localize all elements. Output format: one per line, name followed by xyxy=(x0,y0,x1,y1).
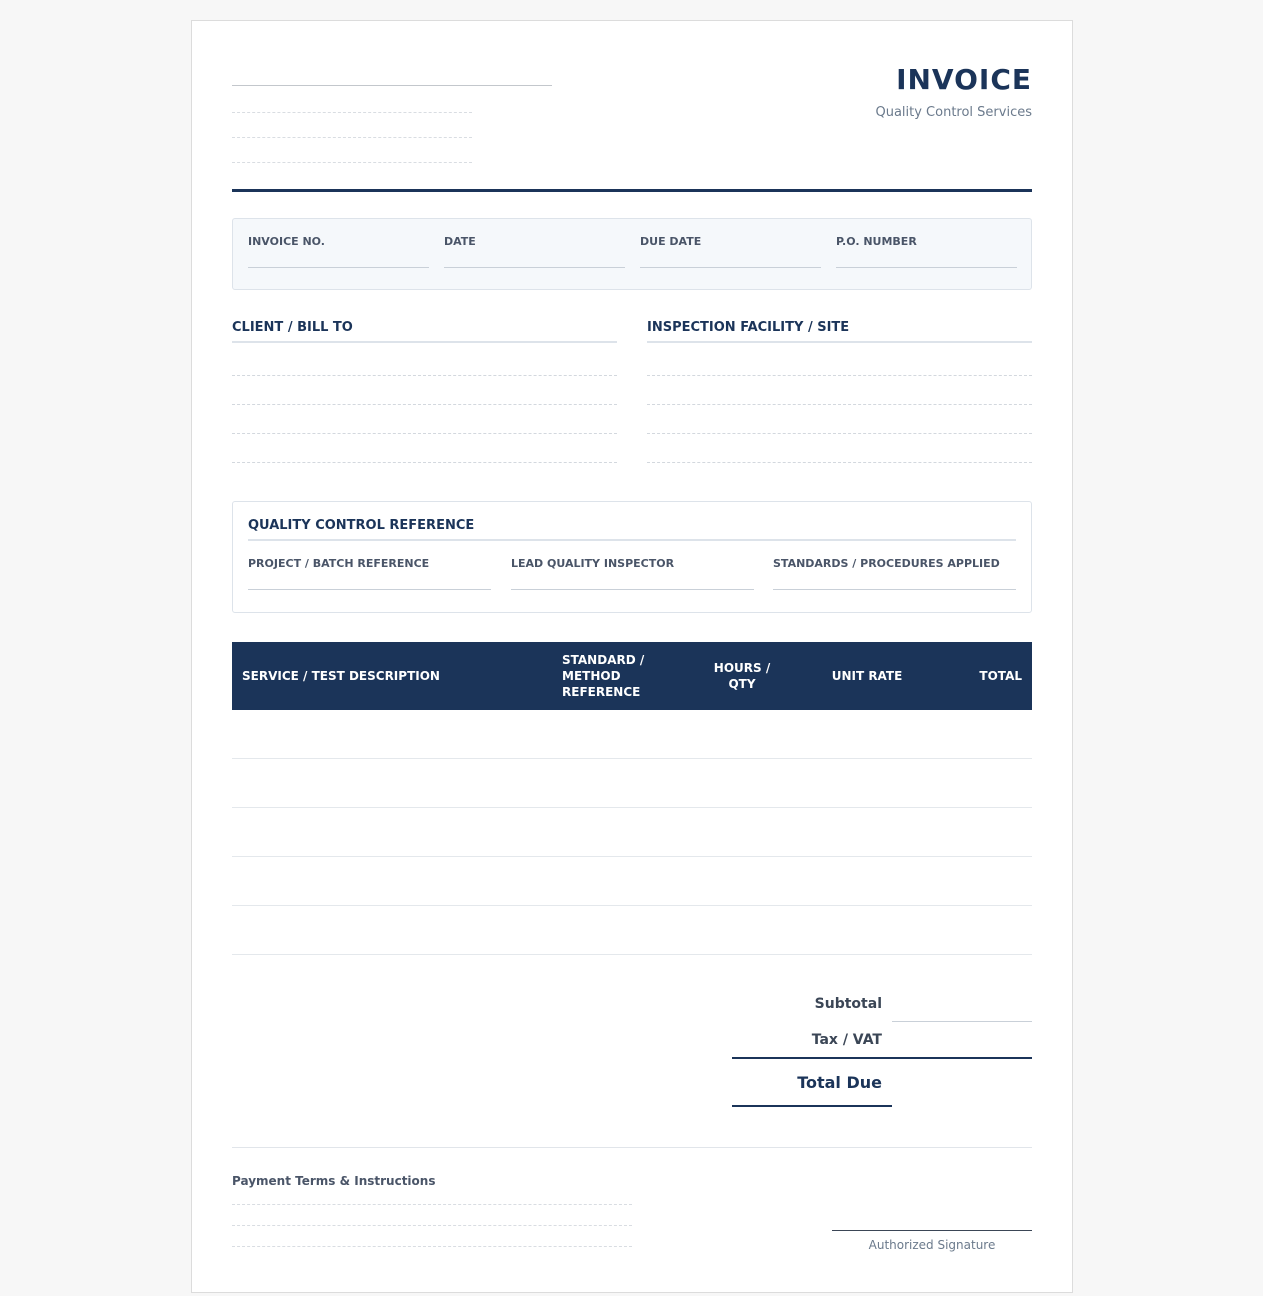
company-address-line[interactable] xyxy=(232,112,472,113)
line-items-table: SERVICE / TEST DESCRIPTION STANDARD / ME… xyxy=(232,642,1032,955)
invoice-title: INVOICE xyxy=(896,63,1032,96)
client-line[interactable] xyxy=(232,433,617,462)
total-due-label: Total Due xyxy=(797,1073,882,1092)
invoice-subtitle: Quality Control Services xyxy=(875,105,1032,120)
column-header-standard: STANDARD / METHOD REFERENCE xyxy=(562,653,645,699)
due-date-field[interactable]: DUE DATE xyxy=(640,235,821,268)
invoice-number-label: INVOICE NO. xyxy=(248,235,325,248)
invoice-number-input-line[interactable] xyxy=(248,267,429,268)
project-batch-label: PROJECT / BATCH REFERENCE xyxy=(248,557,430,570)
standards-label: STANDARDS / PROCEDURES APPLIED xyxy=(773,557,1000,570)
facility-line[interactable] xyxy=(647,433,1032,462)
company-name-line[interactable] xyxy=(232,85,552,86)
po-number-label: P.O. NUMBER xyxy=(836,235,917,248)
invoice-number-field[interactable]: INVOICE NO. xyxy=(248,235,429,268)
project-batch-field[interactable]: PROJECT / BATCH REFERENCE xyxy=(248,557,491,590)
due-date-input-line[interactable] xyxy=(640,267,821,268)
table-row[interactable] xyxy=(232,710,1032,759)
table-row[interactable] xyxy=(232,857,1032,906)
table-header: SERVICE / TEST DESCRIPTION STANDARD / ME… xyxy=(232,642,1032,710)
facility-line[interactable] xyxy=(647,375,1032,404)
client-line[interactable] xyxy=(232,462,617,491)
payment-terms-title: Payment Terms & Instructions xyxy=(232,1174,436,1188)
footer-divider xyxy=(232,1147,1032,1148)
facility-section: INSPECTION FACILITY / SITE xyxy=(647,320,1032,491)
column-header-unit-rate: UNIT RATE xyxy=(831,669,903,683)
signature-line[interactable] xyxy=(832,1230,1032,1231)
client-section: CLIENT / BILL TO xyxy=(232,320,617,491)
qc-reference-title: QUALITY CONTROL REFERENCE xyxy=(248,518,1016,541)
lead-inspector-input-line[interactable] xyxy=(511,589,754,590)
po-number-input-line[interactable] xyxy=(836,267,1017,268)
column-header-description: SERVICE / TEST DESCRIPTION xyxy=(242,669,440,683)
po-number-field[interactable]: P.O. NUMBER xyxy=(836,235,1017,268)
payment-terms-line[interactable] xyxy=(232,1204,632,1205)
client-line[interactable] xyxy=(232,404,617,433)
payment-terms-line[interactable] xyxy=(232,1225,632,1226)
qc-reference-box: QUALITY CONTROL REFERENCE PROJECT / BATC… xyxy=(232,501,1032,613)
subtotal-label: Subtotal xyxy=(814,996,882,1012)
signature-label: Authorized Signature xyxy=(868,1238,996,1252)
invoice-meta-box: INVOICE NO. DATE DUE DATE P.O. NUMBER xyxy=(232,218,1032,290)
total-due-underline xyxy=(732,1105,892,1107)
table-row[interactable] xyxy=(232,759,1032,808)
due-date-label: DUE DATE xyxy=(640,235,702,248)
tax-divider xyxy=(732,1057,1032,1059)
client-line[interactable] xyxy=(232,375,617,404)
subtotal-value-line[interactable] xyxy=(892,1021,1032,1022)
facility-line[interactable] xyxy=(647,462,1032,491)
client-title: CLIENT / BILL TO xyxy=(232,320,617,343)
project-batch-input-line[interactable] xyxy=(248,589,491,590)
lead-inspector-field[interactable]: LEAD QUALITY INSPECTOR xyxy=(511,557,754,590)
facility-line[interactable] xyxy=(647,404,1032,433)
date-field[interactable]: DATE xyxy=(444,235,625,268)
standards-field[interactable]: STANDARDS / PROCEDURES APPLIED xyxy=(773,557,1016,590)
date-input-line[interactable] xyxy=(444,267,625,268)
invoice-sheet: INVOICE Quality Control Services INVOICE… xyxy=(191,20,1073,1293)
tax-label: Tax / VAT xyxy=(811,1032,882,1048)
standards-input-line[interactable] xyxy=(773,589,1016,590)
table-row[interactable] xyxy=(232,906,1032,955)
facility-title: INSPECTION FACILITY / SITE xyxy=(647,320,1032,343)
company-address-line[interactable] xyxy=(232,162,472,163)
column-header-hours: HOURS / QTY xyxy=(713,661,771,691)
payment-terms-line[interactable] xyxy=(232,1246,632,1247)
date-label: DATE xyxy=(444,235,476,248)
company-address-line[interactable] xyxy=(232,137,472,138)
column-header-total: TOTAL xyxy=(979,669,1022,683)
table-row[interactable] xyxy=(232,808,1032,857)
lead-inspector-label: LEAD QUALITY INSPECTOR xyxy=(511,557,675,570)
header-divider xyxy=(232,189,1032,192)
